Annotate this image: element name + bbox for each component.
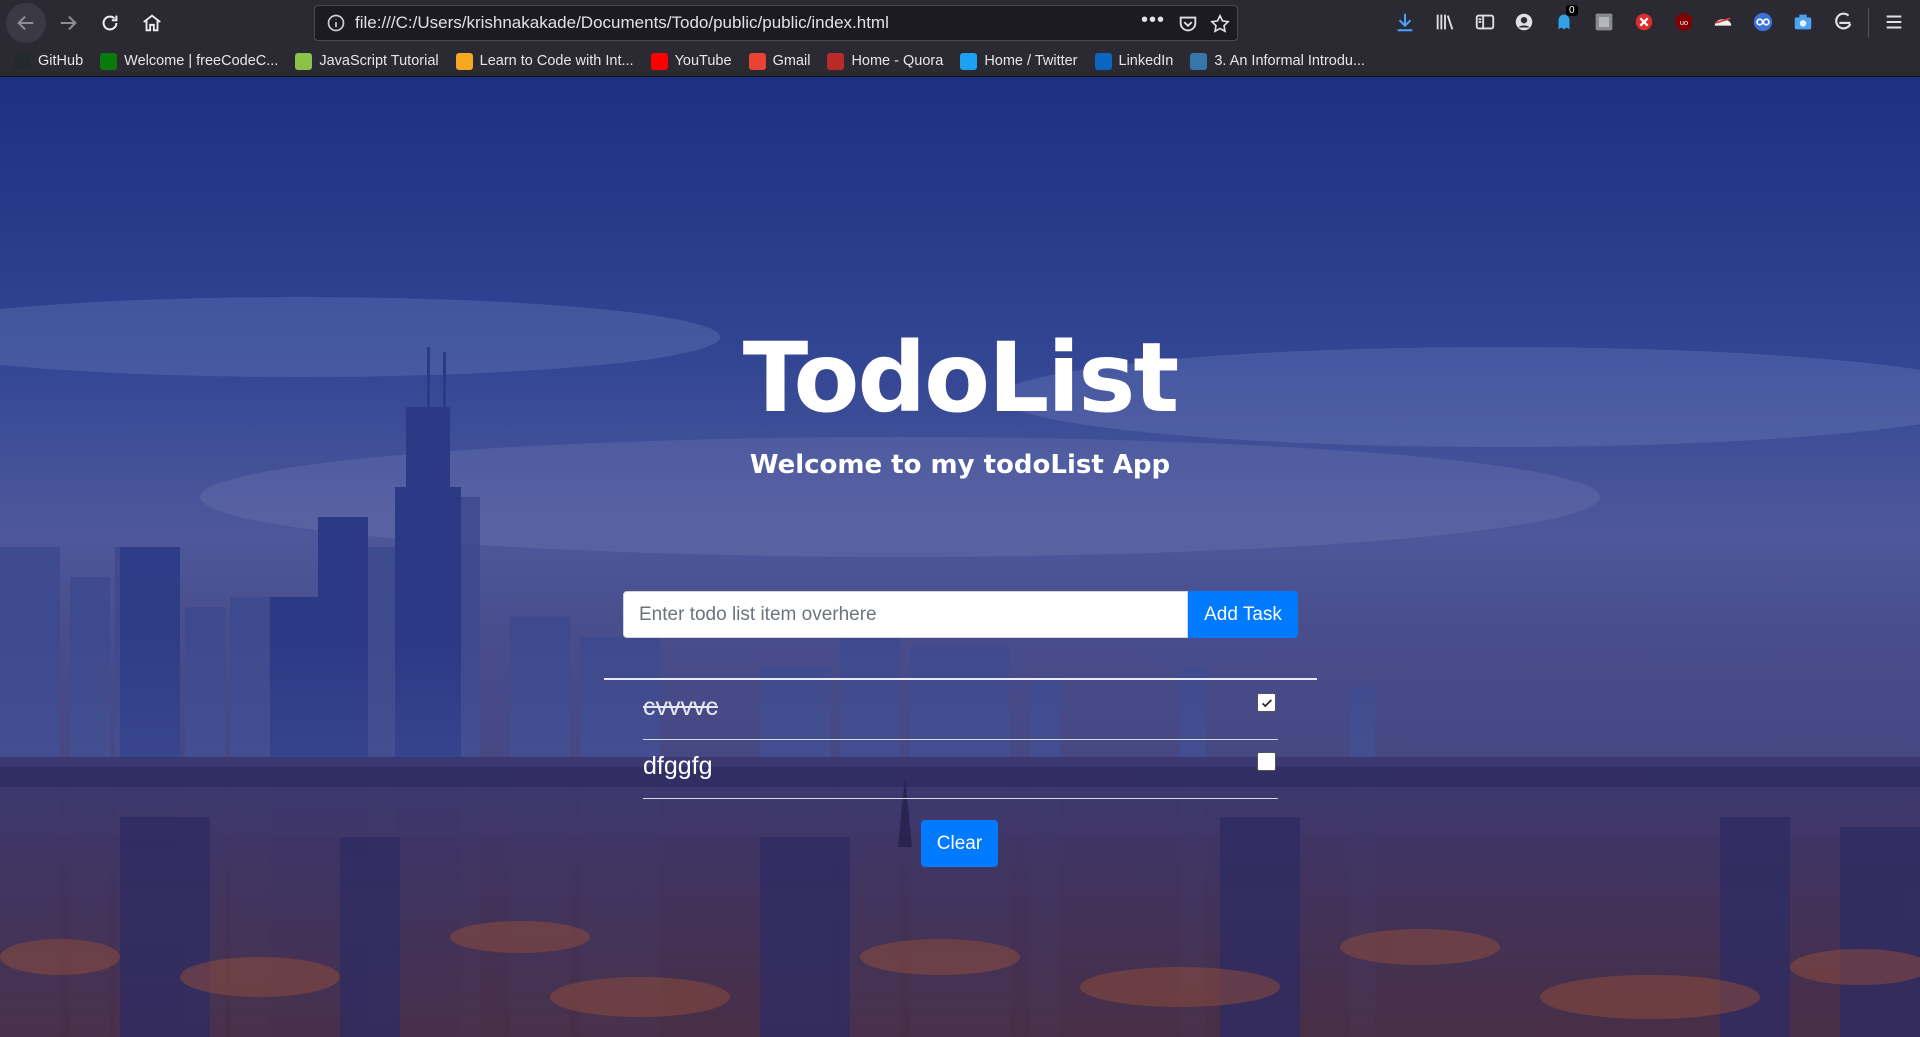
gmail-icon	[748, 52, 766, 70]
info-icon[interactable]	[326, 13, 346, 33]
bookmark-item[interactable]: JavaScript Tutorial	[295, 52, 439, 70]
checkmark-icon	[1261, 698, 1272, 707]
todo-input[interactable]	[623, 591, 1188, 638]
extension-icon[interactable]	[1592, 10, 1616, 34]
bookmark-star-icon[interactable]	[1209, 13, 1231, 35]
bookmark-label: Home / Twitter	[984, 53, 1078, 69]
freecodecamp-icon	[100, 52, 118, 70]
menu-icon[interactable]	[1882, 10, 1906, 34]
bookmark-item[interactable]: Home / Twitter	[960, 52, 1078, 70]
add-task-button[interactable]: Add Task	[1188, 591, 1298, 638]
edge-icon[interactable]	[1831, 10, 1855, 34]
arrow-left-icon	[17, 15, 34, 31]
city-skyline-background	[0, 297, 1920, 1037]
bookmark-label: LinkedIn	[1118, 53, 1174, 69]
toolbar-divider	[1868, 8, 1869, 38]
codecademy-icon	[455, 52, 473, 70]
downloads-icon[interactable]	[1393, 10, 1417, 34]
app-subtitle: Welcome to my todoList App	[749, 450, 1171, 480]
pocket-icon[interactable]	[1177, 13, 1199, 35]
arrow-right-icon	[60, 15, 77, 31]
bookmark-item[interactable]: GitHub	[14, 52, 84, 70]
app-title: TodoList	[742, 322, 1179, 434]
bookmark-label: JavaScript Tutorial	[319, 53, 439, 69]
page-actions-icon[interactable]: •••	[1141, 9, 1165, 32]
todo-item-text: dfggfg	[643, 752, 713, 780]
url-bar[interactable]: file:///C:/Users/krishnakakade/Documents…	[314, 5, 1238, 41]
todo-checkbox[interactable]	[1257, 693, 1276, 712]
browser-toolbar: file:///C:/Users/krishnakakade/Documents…	[0, 0, 1920, 46]
todo-checkbox[interactable]	[1257, 752, 1276, 771]
list-divider	[604, 678, 1317, 680]
reload-button[interactable]	[90, 3, 130, 43]
bookmark-label: Learn to Code with Int...	[479, 53, 634, 69]
bookmark-label: Home - Quora	[851, 53, 944, 69]
linkedin-icon	[1094, 52, 1112, 70]
forward-button[interactable]	[48, 3, 88, 43]
quora-icon	[827, 52, 845, 70]
todo-app-page: TodoList Welcome to my todoList App Add …	[0, 77, 1920, 1037]
ublock-icon[interactable]: uo	[1672, 10, 1696, 34]
todo-item: cvvvvc	[643, 681, 1278, 740]
bookmark-label: Welcome | freeCodeC...	[124, 53, 279, 69]
url-text: file:///C:/Users/krishnakakade/Documents…	[355, 13, 889, 32]
cloud-extension-icon[interactable]	[1711, 10, 1735, 34]
bookmark-label: YouTube	[674, 53, 732, 69]
bookmark-label: 3. An Informal Introdu...	[1214, 53, 1366, 69]
python-icon	[1190, 52, 1208, 70]
bookmark-item[interactable]: Home - Quora	[827, 52, 944, 70]
home-button[interactable]	[132, 3, 172, 43]
home-icon	[143, 14, 161, 32]
javascript-tutorial-icon	[295, 52, 313, 70]
bookmarks-bar: GitHub Welcome | freeCodeC... JavaScript T…	[0, 46, 1920, 77]
bookmark-item[interactable]: LinkedIn	[1094, 52, 1174, 70]
bookmark-item[interactable]: Gmail	[748, 52, 811, 70]
screenshot-icon[interactable]	[1791, 10, 1815, 34]
bookmark-item[interactable]: 3. An Informal Introdu...	[1190, 52, 1366, 70]
bookmark-item[interactable]: Welcome | freeCodeC...	[100, 52, 279, 70]
account-icon[interactable]	[1512, 10, 1536, 34]
todo-item: dfggfg	[643, 740, 1278, 799]
todo-item-text: cvvvvc	[643, 693, 718, 721]
library-icon[interactable]	[1433, 10, 1457, 34]
glasses-extension-icon[interactable]	[1751, 10, 1775, 34]
svg-text:uo: uo	[1680, 18, 1688, 27]
todo-form: Add Task	[623, 591, 1298, 638]
clear-button[interactable]: Clear	[921, 820, 998, 867]
bookmark-item[interactable]: Learn to Code with Int...	[455, 52, 634, 70]
bookmark-item[interactable]: YouTube	[650, 52, 732, 70]
bookmark-label: GitHub	[38, 53, 84, 69]
reload-icon	[102, 15, 118, 31]
notification-badge: 0	[1566, 5, 1578, 16]
sidebar-icon[interactable]	[1473, 10, 1497, 34]
twitter-icon	[960, 52, 978, 70]
youtube-icon	[650, 52, 668, 70]
bookmark-label: Gmail	[772, 53, 811, 69]
ghostery-icon[interactable]: 0	[1552, 5, 1578, 34]
back-button[interactable]	[6, 3, 46, 43]
github-icon	[14, 52, 31, 70]
blocker-icon[interactable]	[1632, 10, 1656, 34]
